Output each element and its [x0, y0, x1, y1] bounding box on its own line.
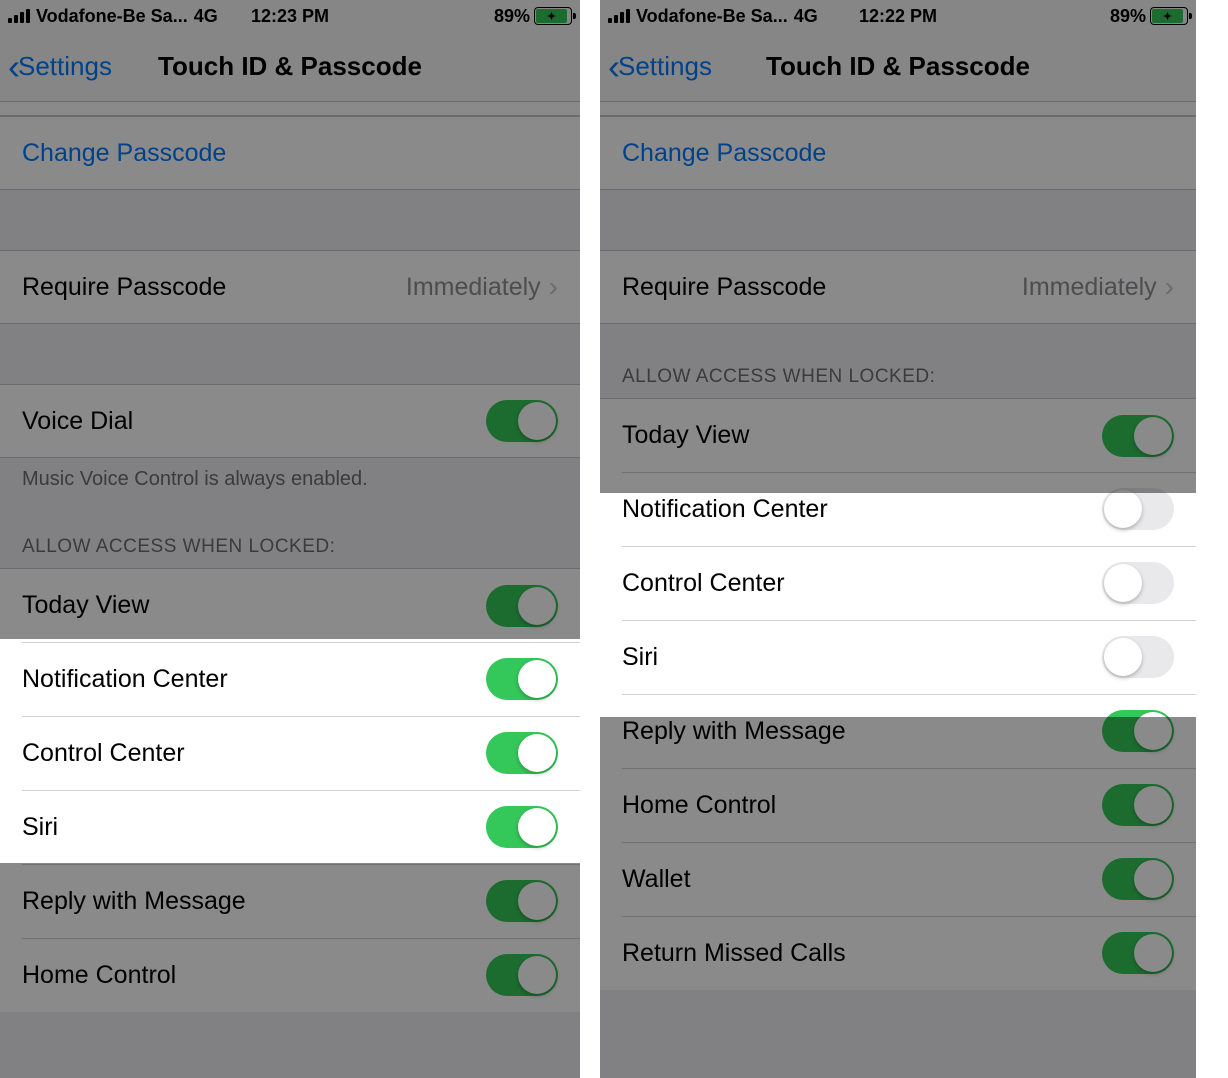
battery-pct: 89%	[494, 6, 530, 27]
control-center-row: Control Center	[600, 546, 1196, 620]
back-button[interactable]: ‹ Settings	[608, 49, 712, 85]
page-title: Touch ID & Passcode	[766, 51, 1030, 82]
home-control-row: Home Control	[600, 768, 1196, 842]
require-passcode-value: Immediately	[1022, 273, 1157, 302]
siri-row: Siri	[600, 620, 1196, 694]
allow-access-header: ALLOW ACCESS WHEN LOCKED:	[600, 324, 1196, 398]
today-view-label: Today View	[622, 421, 749, 450]
reply-message-row: Reply with Message	[600, 694, 1196, 768]
home-control-row: Home Control	[0, 938, 580, 1012]
require-passcode-value: Immediately	[406, 273, 541, 302]
require-passcode-row[interactable]: Require Passcode Immediately ›	[0, 250, 580, 324]
home-control-toggle[interactable]	[1102, 784, 1174, 826]
clock: 12:23 PM	[251, 6, 329, 27]
change-passcode-row[interactable]: Change Passcode	[600, 116, 1196, 190]
require-passcode-row[interactable]: Require Passcode Immediately ›	[600, 250, 1196, 324]
home-control-label: Home Control	[22, 961, 176, 990]
control-center-label: Control Center	[622, 569, 785, 598]
nav-bar: ‹ Settings Touch ID & Passcode	[0, 32, 580, 102]
change-passcode-label: Change Passcode	[622, 139, 826, 168]
require-passcode-label: Require Passcode	[22, 273, 226, 302]
today-view-toggle[interactable]	[1102, 415, 1174, 457]
today-view-label: Today View	[22, 591, 149, 620]
siri-label: Siri	[622, 643, 658, 672]
voice-dial-note: Music Voice Control is always enabled.	[0, 458, 580, 514]
back-button[interactable]: ‹ Settings	[8, 49, 112, 85]
status-bar: Vodafone-Be Sa... 4G 12:23 PM 89% ✦	[0, 0, 580, 32]
battery-icon: ✦	[1150, 7, 1188, 25]
require-passcode-label: Require Passcode	[622, 273, 826, 302]
control-center-toggle[interactable]	[1102, 562, 1174, 604]
allow-access-header: ALLOW ACCESS WHEN LOCKED:	[0, 514, 580, 568]
page-title: Touch ID & Passcode	[158, 51, 422, 82]
signal-icon	[8, 9, 30, 23]
reply-message-toggle[interactable]	[486, 880, 558, 922]
voice-dial-toggle[interactable]	[486, 400, 558, 442]
wallet-toggle[interactable]	[1102, 858, 1174, 900]
status-bar: Vodafone-Be Sa... 4G 12:22 PM 89% ✦	[600, 0, 1196, 32]
return-missed-calls-toggle[interactable]	[1102, 932, 1174, 974]
clock: 12:22 PM	[859, 6, 937, 27]
carrier-label: Vodafone-Be Sa...	[36, 6, 188, 27]
battery-icon: ✦	[534, 7, 572, 25]
reply-message-label: Reply with Message	[22, 887, 246, 916]
nav-bar: ‹ Settings Touch ID & Passcode	[600, 32, 1196, 102]
siri-toggle[interactable]	[486, 806, 558, 848]
right-screenshot: Vodafone-Be Sa... 4G 12:22 PM 89% ✦ ‹ Se…	[600, 0, 1196, 1078]
network-label: 4G	[194, 6, 218, 27]
siri-toggle[interactable]	[1102, 636, 1174, 678]
home-control-label: Home Control	[622, 791, 776, 820]
reply-message-label: Reply with Message	[622, 717, 846, 746]
voice-dial-label: Voice Dial	[22, 407, 133, 436]
notification-center-toggle[interactable]	[486, 658, 558, 700]
control-center-toggle[interactable]	[486, 732, 558, 774]
siri-label: Siri	[22, 813, 58, 842]
siri-row: Siri	[0, 790, 580, 864]
notification-center-label: Notification Center	[22, 665, 228, 694]
chevron-right-icon: ›	[549, 271, 558, 303]
carrier-label: Vodafone-Be Sa...	[636, 6, 788, 27]
wallet-label: Wallet	[622, 865, 691, 894]
home-control-toggle[interactable]	[486, 954, 558, 996]
reply-message-toggle[interactable]	[1102, 710, 1174, 752]
return-missed-calls-label: Return Missed Calls	[622, 939, 846, 968]
left-screenshot: Vodafone-Be Sa... 4G 12:23 PM 89% ✦ ‹ Se…	[0, 0, 580, 1078]
battery-pct: 89%	[1110, 6, 1146, 27]
today-view-row: Today View	[0, 568, 580, 642]
back-label: Settings	[18, 51, 112, 82]
signal-icon	[608, 9, 630, 23]
change-passcode-row[interactable]: Change Passcode	[0, 116, 580, 190]
back-label: Settings	[618, 51, 712, 82]
voice-dial-row: Voice Dial	[0, 384, 580, 458]
reply-message-row: Reply with Message	[0, 864, 580, 938]
control-center-label: Control Center	[22, 739, 185, 768]
chevron-right-icon: ›	[1165, 271, 1174, 303]
today-view-toggle[interactable]	[486, 585, 558, 627]
wallet-row: Wallet	[600, 842, 1196, 916]
notification-center-toggle[interactable]	[1102, 488, 1174, 530]
today-view-row: Today View	[600, 398, 1196, 472]
change-passcode-label: Change Passcode	[22, 139, 226, 168]
control-center-row: Control Center	[0, 716, 580, 790]
return-missed-calls-row: Return Missed Calls	[600, 916, 1196, 990]
notification-center-row: Notification Center	[0, 642, 580, 716]
network-label: 4G	[794, 6, 818, 27]
notification-center-row: Notification Center	[600, 472, 1196, 546]
notification-center-label: Notification Center	[622, 495, 828, 524]
